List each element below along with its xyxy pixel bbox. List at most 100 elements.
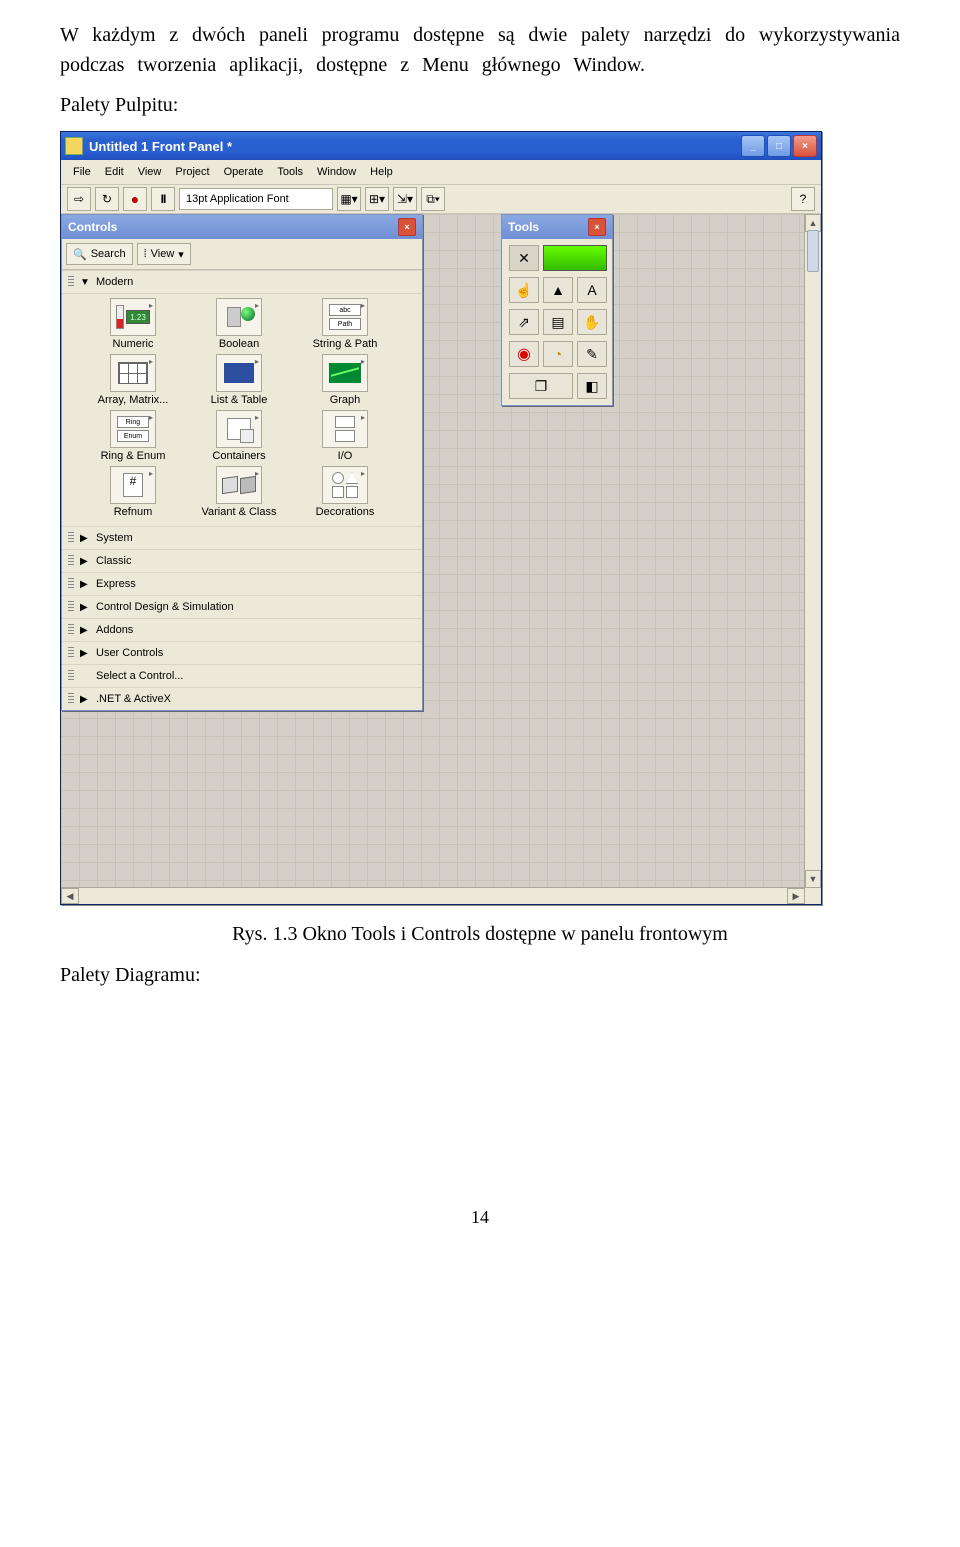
resize-button[interactable]: ⇲▾ [393,187,417,211]
ctl-boolean[interactable]: ▸ Boolean [186,298,292,350]
menubar: File Edit View Project Operate Tools Win… [61,160,821,185]
distribute-button[interactable]: ⊞▾ [365,187,389,211]
controls-search[interactable]: 🔍 Search [66,243,133,265]
controls-view-label: View [151,248,175,260]
scroll-right-icon[interactable]: ▶ [787,888,805,904]
tool-wire[interactable]: ⇗ [509,309,539,335]
scroll-down-icon[interactable]: ▼ [805,870,821,888]
front-panel-workarea[interactable]: 1 Controls × 🔍 Search ⁞ View ▾ ▼ Modern [61,214,821,904]
controls-palette-title[interactable]: Controls × [62,215,422,239]
titlebar[interactable]: Untitled 1 Front Panel * _ □ × [61,132,821,160]
tools-palette-close[interactable]: × [588,218,606,236]
ctl-decorations-label: Decorations [316,506,375,518]
align-button[interactable]: ▦▾ [337,187,361,211]
menu-window[interactable]: Window [311,164,362,180]
close-button[interactable]: × [793,135,817,157]
maximize-button[interactable]: □ [767,135,791,157]
drawer-addons-label: Addons [96,624,133,636]
controls-drawer-addons[interactable]: ▶Addons [62,618,422,641]
tool-breakpoint[interactable]: ◉ [509,341,539,367]
page-number: 14 [60,1207,900,1228]
vertical-scrollbar[interactable]: ▲ ▼ [804,214,821,888]
ctl-numeric[interactable]: ▸1.23 Numeric [80,298,186,350]
section-label-1: Palety Pulpitu: [60,94,900,117]
controls-drawer-system[interactable]: ▶System [62,526,422,549]
app-icon [65,137,83,155]
ctl-string-abc: abc [329,304,361,316]
section-label-2: Palety Diagramu: [60,964,900,987]
drawer-express-label: Express [96,578,136,590]
font-selector[interactable]: 13pt Application Font [179,188,333,210]
controls-palette-close[interactable]: × [398,218,416,236]
ctl-io-label: I/O [338,450,353,462]
controls-view[interactable]: ⁞ View ▾ [137,243,191,265]
controls-palette[interactable]: Controls × 🔍 Search ⁞ View ▾ ▼ Modern ▸1… [61,214,423,711]
controls-drawer-user[interactable]: ▶User Controls [62,641,422,664]
controls-drawer-cds[interactable]: ▶Control Design & Simulation [62,595,422,618]
minimize-button[interactable]: _ [741,135,765,157]
ctl-list[interactable]: ▸ List & Table [186,354,292,406]
help-button[interactable]: ? [791,187,815,211]
tools-palette-title-text: Tools [508,220,539,234]
controls-drawer-select[interactable]: Select a Control... [62,664,422,687]
modern-subpalette: ▸1.23 Numeric ▸ Boolean ▸abcPath String … [62,293,422,526]
run-button[interactable]: ⇨ [67,187,91,211]
tool-color-copy[interactable]: ✎ [577,341,607,367]
menu-help[interactable]: Help [364,164,399,180]
ctl-refnum-hash: # [123,473,143,497]
scroll-thumb-v[interactable] [807,230,819,272]
ctl-list-label: List & Table [211,394,268,406]
tool-probe[interactable]: ◔ [543,341,573,367]
ctl-numeric-label: Numeric [113,338,154,350]
ctl-graph[interactable]: ▸ Graph [292,354,398,406]
scroll-left-icon[interactable]: ◀ [61,888,79,904]
intro-paragraph: W każdym z dwóch paneli programu dostępn… [60,20,900,80]
menu-edit[interactable]: Edit [99,164,130,180]
tool-led-indicator[interactable] [543,245,607,271]
pause-button[interactable]: II [151,187,175,211]
drawer-system-label: System [96,532,133,544]
ctl-ring-label: Ring & Enum [101,450,166,462]
horizontal-scrollbar[interactable]: ◀ ▶ [61,887,805,904]
ctl-numeric-value: 1.23 [126,310,150,324]
ctl-refnum[interactable]: ▸# Refnum [80,466,186,518]
ctl-ring-e: Enum [117,430,149,442]
tool-auto[interactable]: ✕ [509,245,539,271]
ctl-ring[interactable]: ▸RingEnum Ring & Enum [80,410,186,462]
ctl-containers[interactable]: ▸ Containers [186,410,292,462]
ctl-variant-label: Variant & Class [202,506,277,518]
tools-palette[interactable]: Tools × ✕ ☝ ▲ A ⇗ ▤ ✋ ◉ ◔ ✎ ❐ [501,214,613,406]
toolbar: ⇨ ↻ ● II 13pt Application Font ▦▾ ⊞▾ ⇲▾ … [61,185,821,214]
menu-project[interactable]: Project [169,164,215,180]
ctl-string-path: Path [329,318,361,330]
ctl-variant[interactable]: ▸ Variant & Class [186,466,292,518]
drawer-classic-label: Classic [96,555,131,567]
ctl-boolean-label: Boolean [219,338,259,350]
tool-position[interactable]: ▲ [543,277,573,303]
tool-shortcut-menu[interactable]: ▤ [543,309,573,335]
ctl-containers-label: Containers [212,450,265,462]
ctl-graph-label: Graph [330,394,361,406]
controls-drawer-express[interactable]: ▶Express [62,572,422,595]
menu-tools[interactable]: Tools [271,164,309,180]
tool-text[interactable]: A [577,277,607,303]
abort-button[interactable]: ● [123,187,147,211]
menu-operate[interactable]: Operate [218,164,270,180]
tools-palette-title[interactable]: Tools × [502,215,612,239]
ctl-io[interactable]: ▸ I/O [292,410,398,462]
controls-drawer-modern[interactable]: ▼ Modern [62,270,422,293]
ctl-array[interactable]: ▸ Array, Matrix... [80,354,186,406]
ctl-decorations[interactable]: ▸ Decorations [292,466,398,518]
tool-scroll[interactable]: ✋ [577,309,607,335]
tool-color[interactable]: ❐ [509,373,573,399]
menu-file[interactable]: File [67,164,97,180]
reorder-button[interactable]: ⧉▾ [421,187,445,211]
run-cont-button[interactable]: ↻ [95,187,119,211]
ctl-string[interactable]: ▸abcPath String & Path [292,298,398,350]
controls-drawer-classic[interactable]: ▶Classic [62,549,422,572]
tool-operate[interactable]: ☝ [509,277,539,303]
tool-color-bg[interactable]: ◧ [577,373,607,399]
controls-drawer-dotnet[interactable]: ▶.NET & ActiveX [62,687,422,710]
ctl-ring-r: Ring [117,416,149,428]
menu-view[interactable]: View [132,164,168,180]
